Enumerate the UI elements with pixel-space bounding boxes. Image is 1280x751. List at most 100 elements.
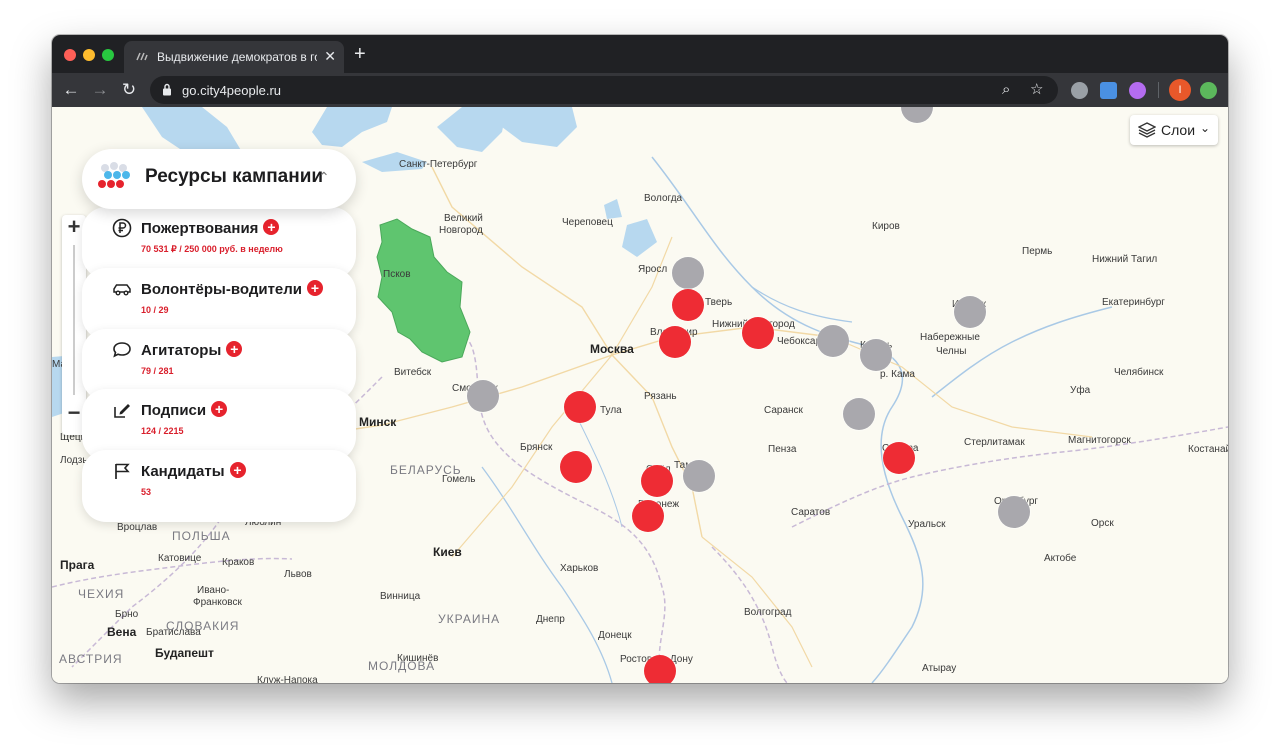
forward-arrow-icon[interactable]: → <box>89 79 111 101</box>
inactive-campaign-marker[interactable] <box>954 296 986 328</box>
country-label: ПОЛЬША <box>172 529 231 543</box>
layers-icon <box>1138 122 1156 138</box>
tab-bar: Выдвижение демократов в го ✕ + <box>52 35 1228 73</box>
city-label: Витебск <box>394 367 432 378</box>
window-minimize-button[interactable] <box>83 49 95 61</box>
inactive-campaign-marker[interactable] <box>817 325 849 357</box>
active-campaign-marker[interactable] <box>641 465 673 497</box>
city-label: Екатеринбург <box>1102 297 1165 308</box>
inactive-campaign-marker[interactable] <box>860 339 892 371</box>
resource-card[interactable]: Кандидаты + 53 <box>82 450 356 522</box>
download-extension-icon[interactable] <box>1100 82 1117 99</box>
city-label: Днепр <box>536 614 565 625</box>
city-label: Львов <box>284 569 312 580</box>
city-label: Минск <box>359 415 397 429</box>
city-label: Волгоград <box>744 607 792 618</box>
map-view[interactable]: Санкт-Петербург Вологда Череповец Великий Но… <box>52 107 1228 683</box>
active-campaign-marker[interactable] <box>564 391 596 423</box>
tab-close-icon[interactable]: ✕ <box>324 48 336 64</box>
window-maximize-button[interactable] <box>102 49 114 61</box>
city-label: Псков <box>383 269 411 280</box>
resource-progress: 53 <box>141 487 152 497</box>
active-campaign-marker[interactable] <box>742 317 774 349</box>
inactive-campaign-marker[interactable] <box>843 398 875 430</box>
zoom-magnifier-icon[interactable]: ⌕ <box>1002 81 1010 99</box>
city-label: Тула <box>600 405 622 416</box>
address-bar[interactable]: go.city4people.ru ⌕ ☆ <box>150 76 1058 104</box>
city-label: Ивано- <box>197 585 230 596</box>
url-text[interactable]: go.city4people.ru <box>182 83 281 98</box>
active-campaign-marker[interactable] <box>672 289 704 321</box>
layers-label: Слои <box>1161 122 1196 138</box>
add-icon[interactable]: + <box>229 462 246 478</box>
city-label: Брно <box>115 609 139 620</box>
edit-icon <box>114 404 130 418</box>
resource-label: Кандидаты + <box>141 462 246 480</box>
city-label: Уральск <box>908 519 946 530</box>
active-campaign-marker[interactable] <box>560 451 592 483</box>
city4people-logo <box>98 162 130 188</box>
layers-button[interactable]: Слои ⌄ <box>1130 115 1218 145</box>
chevron-down-icon: ⌄ <box>1200 121 1211 135</box>
window-close-button[interactable] <box>64 49 76 61</box>
city-label: Брянск <box>520 442 553 453</box>
city-label: Киев <box>433 545 462 559</box>
city-label: Стерлитамак <box>964 437 1025 448</box>
globe-extension-icon[interactable] <box>1071 82 1088 99</box>
active-campaign-marker[interactable] <box>644 655 676 683</box>
tab-title: Выдвижение демократов в го <box>157 50 317 64</box>
flag-icon <box>115 463 130 479</box>
city-label: Челябинск <box>1114 367 1164 378</box>
add-icon[interactable]: + <box>307 280 324 296</box>
back-arrow-icon[interactable]: ← <box>60 79 82 101</box>
browser-tab[interactable]: Выдвижение демократов в го ✕ <box>124 41 344 73</box>
inactive-campaign-marker[interactable] <box>998 496 1030 528</box>
city-label: Челны <box>936 346 967 357</box>
inactive-campaign-marker[interactable] <box>467 380 499 412</box>
city-label: Уфа <box>1070 385 1091 396</box>
resource-label: Агитаторы + <box>141 341 243 359</box>
add-icon[interactable]: + <box>211 401 228 417</box>
ruble-icon <box>112 218 132 238</box>
city-label: Винница <box>380 591 421 602</box>
active-campaign-marker[interactable] <box>883 442 915 474</box>
city-label: Набережные <box>920 332 980 343</box>
city-label: Вологда <box>644 193 683 204</box>
city-label: Костанай <box>1188 444 1228 455</box>
profile-avatar[interactable]: I <box>1169 79 1191 101</box>
city-label: Вроцлав <box>117 522 158 533</box>
chevron-up-icon[interactable]: ⌃ <box>318 169 330 186</box>
city-label: Саранск <box>764 405 803 416</box>
city-label: Нижний Тагил <box>1092 254 1158 265</box>
city-label: Магнитогорск <box>1068 435 1131 446</box>
feather-extension-icon[interactable] <box>1129 82 1146 99</box>
city-label: Саратов <box>791 507 831 518</box>
inactive-campaign-marker[interactable] <box>672 257 704 289</box>
resource-progress: 79 / 281 <box>141 366 174 376</box>
inactive-campaign-marker[interactable] <box>683 460 715 492</box>
country-label: АВСТРИЯ <box>59 652 123 666</box>
active-campaign-marker[interactable] <box>632 500 664 532</box>
city-label: Харьков <box>560 563 599 574</box>
active-campaign-marker[interactable] <box>659 326 691 358</box>
speech-bubble-icon <box>113 342 131 358</box>
city-label: Актобе <box>1044 553 1077 564</box>
add-icon[interactable]: + <box>263 219 280 235</box>
country-label: МОЛДОВА <box>368 659 436 673</box>
city-label: Пенза <box>768 444 797 455</box>
new-tab-button[interactable]: + <box>354 44 366 64</box>
resource-progress: 70 531 ₽ / 250 000 руб. в неделю <box>141 244 283 254</box>
panel-header[interactable]: Ресурсы кампании ⌃ <box>82 149 356 209</box>
city-label: р. Кама <box>880 369 915 380</box>
country-label: БЕЛАРУСЬ <box>390 463 462 477</box>
city-label: Москва <box>590 342 634 356</box>
bookmark-star-icon[interactable]: ☆ <box>1030 81 1043 99</box>
resource-label-text: Агитаторы <box>141 342 222 359</box>
city-label: Атырау <box>922 663 957 674</box>
add-icon[interactable]: + <box>226 341 243 357</box>
city-label: Донецк <box>598 630 632 641</box>
zoom-slider[interactable] <box>73 245 75 395</box>
toolbar-divider <box>1158 82 1159 98</box>
update-extension-icon[interactable] <box>1200 82 1217 99</box>
reload-icon[interactable]: ↻ <box>118 79 140 101</box>
